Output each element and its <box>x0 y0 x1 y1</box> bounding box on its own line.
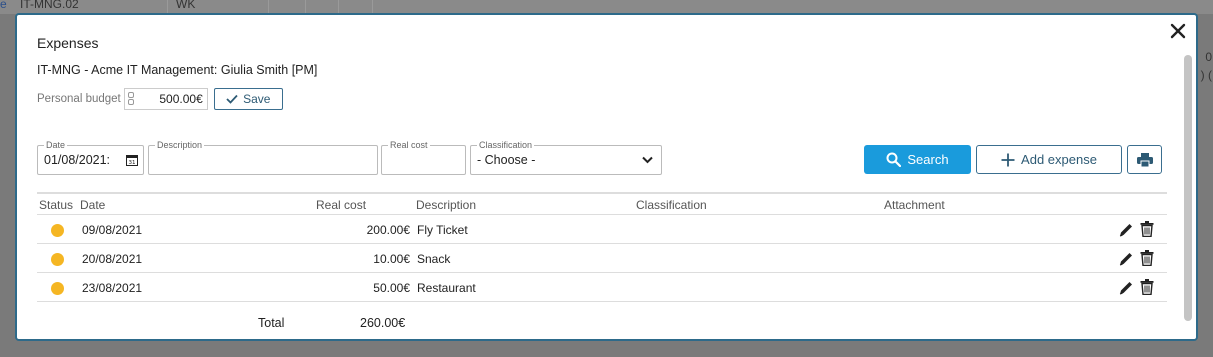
row-description: Restaurant <box>417 281 476 295</box>
real-cost-filter-field[interactable]: Real cost <box>381 139 466 175</box>
real-cost-filter-legend: Real cost <box>388 139 430 151</box>
expenses-modal: Expenses IT-MNG - Acme IT Management: Gi… <box>15 13 1198 341</box>
column-header-date: Date <box>80 198 106 212</box>
status-dot <box>51 282 64 295</box>
background-row-tag: WK <box>176 0 196 11</box>
search-icon <box>886 152 902 167</box>
background-divider <box>167 0 168 14</box>
print-icon <box>1136 152 1153 167</box>
row-date: 09/08/2021 <box>82 223 143 237</box>
column-header-status: Status <box>39 198 74 212</box>
svg-text:31: 31 <box>129 160 136 166</box>
row-description: Snack <box>417 252 451 266</box>
background-right-text: 0 <box>1205 50 1212 64</box>
modal-scrollbar[interactable] <box>1184 55 1192 321</box>
search-button[interactable]: Search <box>864 145 971 174</box>
description-filter-field[interactable]: Description <box>148 139 378 175</box>
column-header-attachment: Attachment <box>884 198 945 212</box>
trash-icon[interactable] <box>1140 221 1154 237</box>
personal-budget-row: Personal budget 500.00€ Save <box>37 88 283 110</box>
background-link: e <box>0 0 7 11</box>
modal-subtitle: IT-MNG - Acme IT Management: Giulia Smit… <box>37 63 318 77</box>
calendar-icon[interactable]: 31 <box>126 154 138 166</box>
classification-select[interactable]: Classification - Choose - <box>470 139 662 175</box>
add-expense-button[interactable]: Add expense <box>976 145 1122 174</box>
row-real-cost: 200.00€ <box>366 223 410 237</box>
classification-select-legend: Classification <box>477 139 535 151</box>
personal-budget-label: Personal budget <box>37 93 121 105</box>
plus-icon <box>1001 153 1015 166</box>
column-header-classification: Classification <box>636 198 707 212</box>
chevron-down-icon <box>642 156 653 164</box>
total-label: Total <box>258 316 285 330</box>
save-button[interactable]: Save <box>213 88 283 110</box>
column-header-description: Description <box>416 198 477 212</box>
background-divider <box>372 0 373 14</box>
personal-budget-input[interactable]: 500.00€ <box>123 88 208 110</box>
modal-title: Expenses <box>37 35 99 51</box>
background-divider <box>268 0 269 14</box>
table-row: 09/08/2021 200.00€ Fly Ticket <box>37 215 1167 244</box>
spinner-icon[interactable] <box>127 92 135 106</box>
table-row: 23/08/2021 50.00€ Restaurant <box>37 273 1167 302</box>
expenses-table: Status Date Real cost Description Classi… <box>37 192 1167 302</box>
row-real-cost: 10.00€ <box>373 252 410 266</box>
pencil-icon[interactable] <box>1118 280 1134 296</box>
description-filter-legend: Description <box>155 139 205 151</box>
close-icon[interactable] <box>1168 21 1188 41</box>
background-divider <box>338 0 339 14</box>
pencil-icon[interactable] <box>1118 222 1134 238</box>
pencil-icon[interactable] <box>1118 251 1134 267</box>
status-dot <box>51 224 64 237</box>
save-button-label: Save <box>243 92 271 106</box>
add-expense-button-label: Add expense <box>1021 152 1097 167</box>
row-date: 23/08/2021 <box>82 281 143 295</box>
search-button-label: Search <box>907 152 949 167</box>
row-description: Fly Ticket <box>417 223 468 237</box>
print-button[interactable] <box>1127 145 1162 174</box>
date-filter-value: 01/08/2021: <box>44 153 111 167</box>
row-date: 20/08/2021 <box>82 252 143 266</box>
background-row-code: IT-MNG.02 <box>20 0 79 11</box>
background-page-strip: e IT-MNG.02 WK <box>0 0 1213 14</box>
date-filter-field[interactable]: Date 01/08/2021: 31 <box>37 139 144 175</box>
table-row: 20/08/2021 10.00€ Snack <box>37 244 1167 273</box>
classification-select-value: - Choose - <box>477 153 536 167</box>
date-filter-legend: Date <box>44 139 68 151</box>
background-right-text: ) ( <box>1200 68 1212 82</box>
status-dot <box>51 253 64 266</box>
trash-icon[interactable] <box>1140 250 1154 266</box>
row-real-cost: 50.00€ <box>373 281 410 295</box>
total-value: 260.00€ <box>360 316 406 330</box>
table-header: Status Date Real cost Description Classi… <box>37 192 1167 215</box>
trash-icon[interactable] <box>1140 279 1154 295</box>
check-icon <box>226 94 238 104</box>
column-header-real-cost: Real cost <box>316 198 367 212</box>
background-divider <box>305 0 306 14</box>
personal-budget-value: 500.00€ <box>159 92 203 106</box>
